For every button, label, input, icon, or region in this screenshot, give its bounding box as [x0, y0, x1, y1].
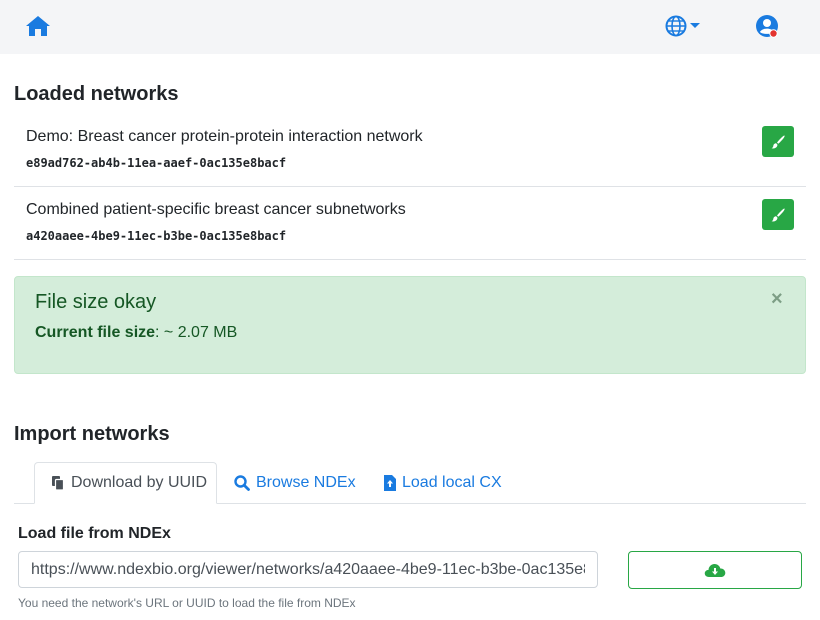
- list-item: Combined patient-specific breast cancer …: [14, 187, 806, 260]
- import-networks-heading: Import networks: [14, 423, 170, 445]
- tab-browse-ndex[interactable]: Browse NDEx: [234, 462, 356, 504]
- tab-label: Download by UUID: [71, 474, 208, 491]
- status-dot: [770, 30, 777, 37]
- network-uuid: e89ad762-ab4b-11ea-aaef-0ac135e8bacf: [26, 156, 287, 170]
- top-navbar: [0, 0, 820, 54]
- tab-load-local-cx[interactable]: Load local CX: [384, 462, 502, 504]
- network-name: Demo: Breast cancer protein-protein inte…: [26, 128, 423, 145]
- caret-down-icon: [690, 23, 700, 28]
- search-icon: [234, 475, 250, 491]
- paintbrush-icon: [771, 207, 785, 221]
- alert-title: File size okay: [35, 291, 157, 313]
- loaded-networks-list: Demo: Breast cancer protein-protein inte…: [14, 114, 806, 260]
- help-text: You need the network's URL or UUID to lo…: [18, 596, 356, 610]
- user-circle-icon: [756, 15, 778, 38]
- download-button[interactable]: [628, 551, 802, 589]
- ndex-url-input[interactable]: [18, 551, 598, 588]
- list-item: Demo: Breast cancer protein-protein inte…: [14, 114, 806, 187]
- file-size-alert: File size okay Current file size: ~ 2.07…: [14, 276, 806, 374]
- load-file-label: Load file from NDEx: [18, 525, 171, 542]
- tab-download-by-uuid[interactable]: Download by UUID: [34, 462, 217, 504]
- tab-label: Load local CX: [402, 474, 502, 491]
- loaded-networks-heading: Loaded networks: [14, 83, 179, 105]
- globe-icon: [665, 15, 700, 37]
- user-menu[interactable]: [755, 14, 781, 40]
- copy-icon: [52, 476, 65, 491]
- cloud-download-icon: [704, 564, 726, 577]
- network-name: Combined patient-specific breast cancer …: [26, 201, 406, 218]
- alert-body: Current file size: ~ 2.07 MB: [35, 324, 237, 342]
- home-icon[interactable]: [25, 14, 51, 38]
- style-network-button[interactable]: [762, 199, 794, 230]
- language-dropdown[interactable]: [665, 15, 703, 37]
- import-tabs: Download by UUID Browse NDEx Load local …: [14, 462, 806, 504]
- tab-label: Browse NDEx: [256, 474, 356, 491]
- file-upload-icon: [384, 475, 396, 491]
- file-size-label: Current file size: [35, 324, 156, 341]
- paintbrush-icon: [771, 134, 785, 148]
- close-icon[interactable]: ×: [771, 289, 787, 309]
- file-size-value: : ~ 2.07 MB: [155, 324, 238, 341]
- style-network-button[interactable]: [762, 126, 794, 157]
- network-uuid: a420aaee-4be9-11ec-b3be-0ac135e8bacf: [26, 229, 287, 243]
